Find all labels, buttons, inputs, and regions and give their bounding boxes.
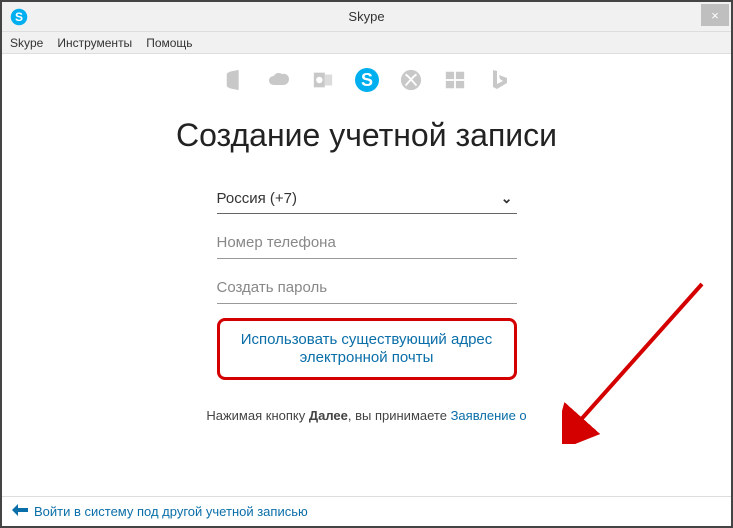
terms-prefix: Нажимая кнопку (206, 408, 308, 423)
close-button[interactable]: × (701, 4, 729, 26)
phone-input[interactable] (217, 234, 517, 251)
windows-icon (443, 68, 467, 92)
chevron-down-icon: ⌄ (501, 190, 513, 207)
close-icon: × (711, 8, 719, 23)
footer: Войти в систему под другой учетной запис… (2, 496, 731, 526)
bing-icon (487, 68, 511, 92)
onedrive-icon (267, 68, 291, 92)
page-heading: Создание учетной записи (2, 116, 731, 154)
skype-icon: S (355, 68, 379, 92)
svg-text:S: S (15, 9, 23, 23)
back-link-label: Войти в систему под другой учетной запис… (34, 504, 308, 519)
titlebar: S Skype × (2, 2, 731, 32)
xbox-icon (399, 68, 423, 92)
use-email-link[interactable]: Использовать существующий адрес электрон… (241, 331, 493, 366)
office-icon (223, 68, 247, 92)
content: S Создание учетной записи Россия (+7) ⌄ … (2, 54, 731, 496)
country-select[interactable]: Россия (+7) ⌄ (217, 184, 517, 214)
window-title: Skype (348, 9, 384, 24)
phone-row (217, 228, 517, 259)
password-input[interactable] (217, 279, 517, 296)
use-email-link-box: Использовать существующий адрес электрон… (217, 318, 517, 380)
service-icon-row: S (2, 68, 731, 92)
menubar: Skype Инструменты Помощь (2, 32, 731, 54)
password-row (217, 273, 517, 304)
country-value: Россия (+7) (217, 190, 297, 207)
terms-link[interactable]: Заявление о (451, 408, 527, 423)
outlook-icon (311, 68, 335, 92)
menu-tools[interactable]: Инструменты (57, 36, 132, 50)
menu-skype[interactable]: Skype (10, 36, 43, 50)
arrow-left-icon (12, 504, 28, 519)
terms-mid: , вы принимаете (348, 408, 451, 423)
skype-logo-icon: S (10, 8, 28, 26)
terms-next: Далее (309, 408, 348, 423)
svg-text:S: S (360, 70, 372, 90)
terms-text: Нажимая кнопку Далее, вы принимаете Заяв… (2, 408, 731, 423)
menu-help[interactable]: Помощь (146, 36, 192, 50)
back-link[interactable]: Войти в систему под другой учетной запис… (12, 504, 308, 519)
signup-form: Россия (+7) ⌄ Использовать существующий … (217, 184, 517, 380)
